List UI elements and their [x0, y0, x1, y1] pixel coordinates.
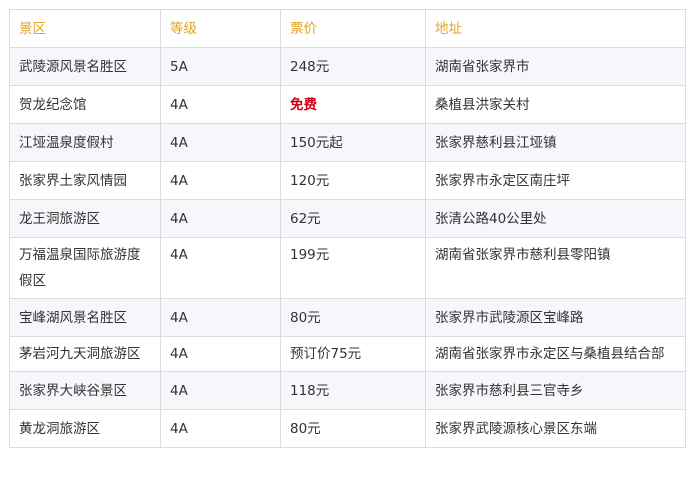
cell-address: 张家界慈利县江垭镇: [425, 123, 686, 162]
cell-price: 预订价75元: [280, 336, 426, 372]
cell-price: 80元: [280, 409, 426, 448]
table-row: 黄龙洞旅游区 4A 80元 张家界武陵源核心景区东端: [9, 409, 686, 448]
cell-name: 张家界土家风情园: [9, 161, 161, 200]
table-header-row: 景区 等级 票价 地址: [9, 9, 686, 48]
cell-name: 张家界大峡谷景区: [9, 371, 161, 410]
attractions-table-container: 景区 等级 票价 地址 武陵源风景名胜区 5A 248元 湖南省张家界市 贺龙纪…: [9, 9, 686, 448]
cell-price: 免费: [280, 85, 426, 124]
cell-address: 张家界市慈利县三官寺乡: [425, 371, 686, 410]
cell-address: 张家界市武陵源区宝峰路: [425, 298, 686, 337]
cell-level: 4A: [160, 371, 281, 410]
header-attraction: 景区: [9, 9, 161, 48]
attractions-table: 景区 等级 票价 地址 武陵源风景名胜区 5A 248元 湖南省张家界市 贺龙纪…: [9, 9, 686, 448]
table-row: 龙王洞旅游区 4A 62元 张清公路40公里处: [9, 199, 686, 238]
table-row: 宝峰湖风景名胜区 4A 80元 张家界市武陵源区宝峰路: [9, 298, 686, 337]
cell-name: 龙王洞旅游区: [9, 199, 161, 238]
cell-price: 199元: [280, 237, 426, 299]
cell-price: 120元: [280, 161, 426, 200]
cell-price: 248元: [280, 47, 426, 86]
cell-name: 宝峰湖风景名胜区: [9, 298, 161, 337]
cell-name: 江垭温泉度假村: [9, 123, 161, 162]
cell-level: 4A: [160, 123, 281, 162]
cell-address: 湖南省张家界市慈利县零阳镇: [425, 237, 686, 299]
cell-level: 5A: [160, 47, 281, 86]
cell-address: 湖南省张家界市: [425, 47, 686, 86]
cell-address: 湖南省张家界市永定区与桑植县结合部: [425, 336, 686, 372]
cell-address: 张清公路40公里处: [425, 199, 686, 238]
header-price: 票价: [280, 9, 426, 48]
table-row: 张家界土家风情园 4A 120元 张家界市永定区南庄坪: [9, 161, 686, 200]
table-row: 张家界大峡谷景区 4A 118元 张家界市慈利县三官寺乡: [9, 371, 686, 410]
cell-name: 武陵源风景名胜区: [9, 47, 161, 86]
cell-name: 万福温泉国际旅游度假区: [9, 237, 161, 299]
header-address: 地址: [425, 9, 686, 48]
cell-address: 张家界武陵源核心景区东端: [425, 409, 686, 448]
cell-level: 4A: [160, 336, 281, 372]
table-row: 万福温泉国际旅游度假区 4A 199元 湖南省张家界市慈利县零阳镇: [9, 237, 686, 299]
header-level: 等级: [160, 9, 281, 48]
cell-price: 150元起: [280, 123, 426, 162]
table-row: 武陵源风景名胜区 5A 248元 湖南省张家界市: [9, 47, 686, 86]
cell-address: 桑植县洪家关村: [425, 85, 686, 124]
cell-price: 62元: [280, 199, 426, 238]
cell-name: 茅岩河九天洞旅游区: [9, 336, 161, 372]
cell-level: 4A: [160, 161, 281, 200]
table-row: 茅岩河九天洞旅游区 4A 预订价75元 湖南省张家界市永定区与桑植县结合部: [9, 336, 686, 372]
cell-level: 4A: [160, 409, 281, 448]
cell-price: 80元: [280, 298, 426, 337]
cell-name: 贺龙纪念馆: [9, 85, 161, 124]
cell-level: 4A: [160, 199, 281, 238]
cell-address: 张家界市永定区南庄坪: [425, 161, 686, 200]
cell-level: 4A: [160, 298, 281, 337]
table-row: 江垭温泉度假村 4A 150元起 张家界慈利县江垭镇: [9, 123, 686, 162]
table-row: 贺龙纪念馆 4A 免费 桑植县洪家关村: [9, 85, 686, 124]
cell-level: 4A: [160, 237, 281, 299]
cell-price: 118元: [280, 371, 426, 410]
cell-name: 黄龙洞旅游区: [9, 409, 161, 448]
cell-level: 4A: [160, 85, 281, 124]
